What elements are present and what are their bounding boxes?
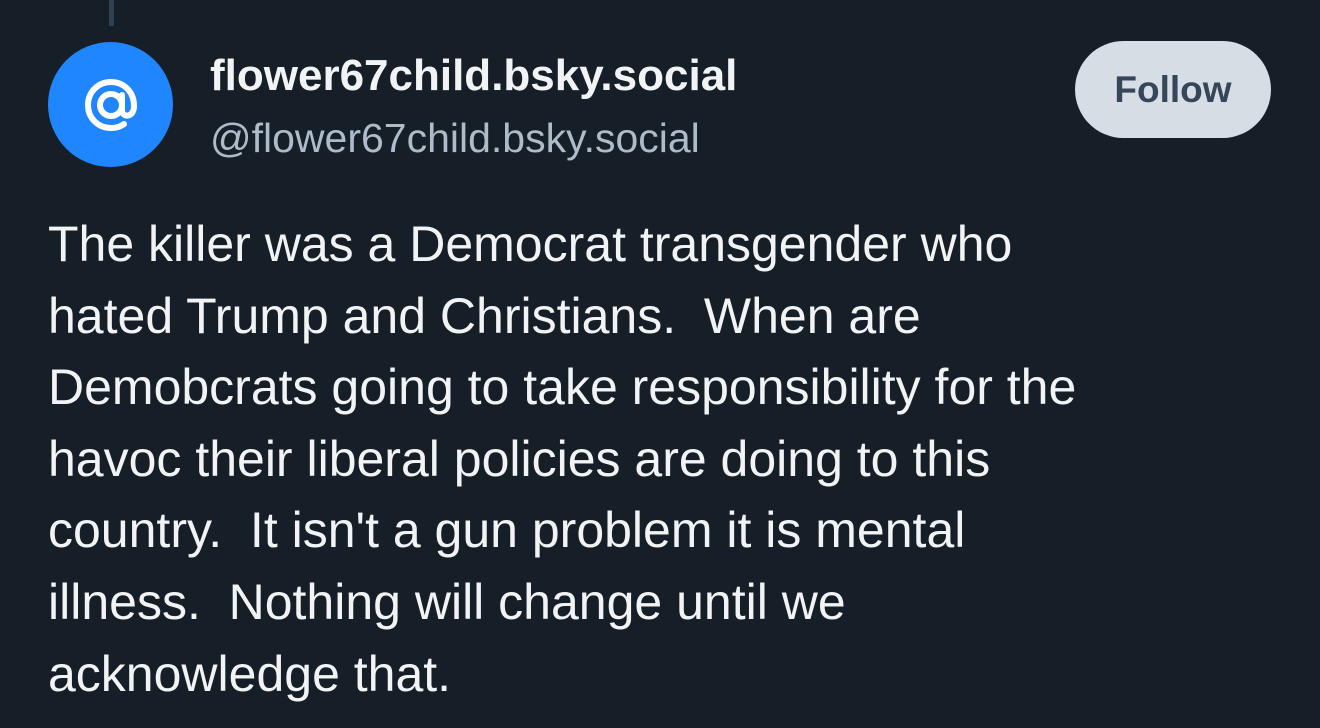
post-text-line: illness. Nothing will change until we xyxy=(48,573,846,630)
post-text-line: havoc their liberal policies are doing t… xyxy=(48,430,991,487)
avatar[interactable] xyxy=(48,42,173,167)
post-text-line: hated Trump and Christians. When are xyxy=(48,287,921,344)
thread-connector-line xyxy=(109,0,114,26)
follow-button[interactable]: Follow xyxy=(1075,41,1271,138)
post-text-line: The killer was a Democrat transgender wh… xyxy=(48,216,1013,272)
author-handle[interactable]: @flower67child.bsky.social xyxy=(210,113,700,163)
author-display-name[interactable]: flower67child.bsky.social xyxy=(210,50,737,102)
post-text-line: acknowledge that. xyxy=(48,645,452,702)
post-text-line: Demobcrats going to take responsibility … xyxy=(48,359,1077,416)
post-text-line: country. It isn't a gun problem it is me… xyxy=(48,502,966,559)
at-sign-icon xyxy=(79,73,143,137)
post-text: The killer was a Democrat transgender wh… xyxy=(48,209,1288,710)
